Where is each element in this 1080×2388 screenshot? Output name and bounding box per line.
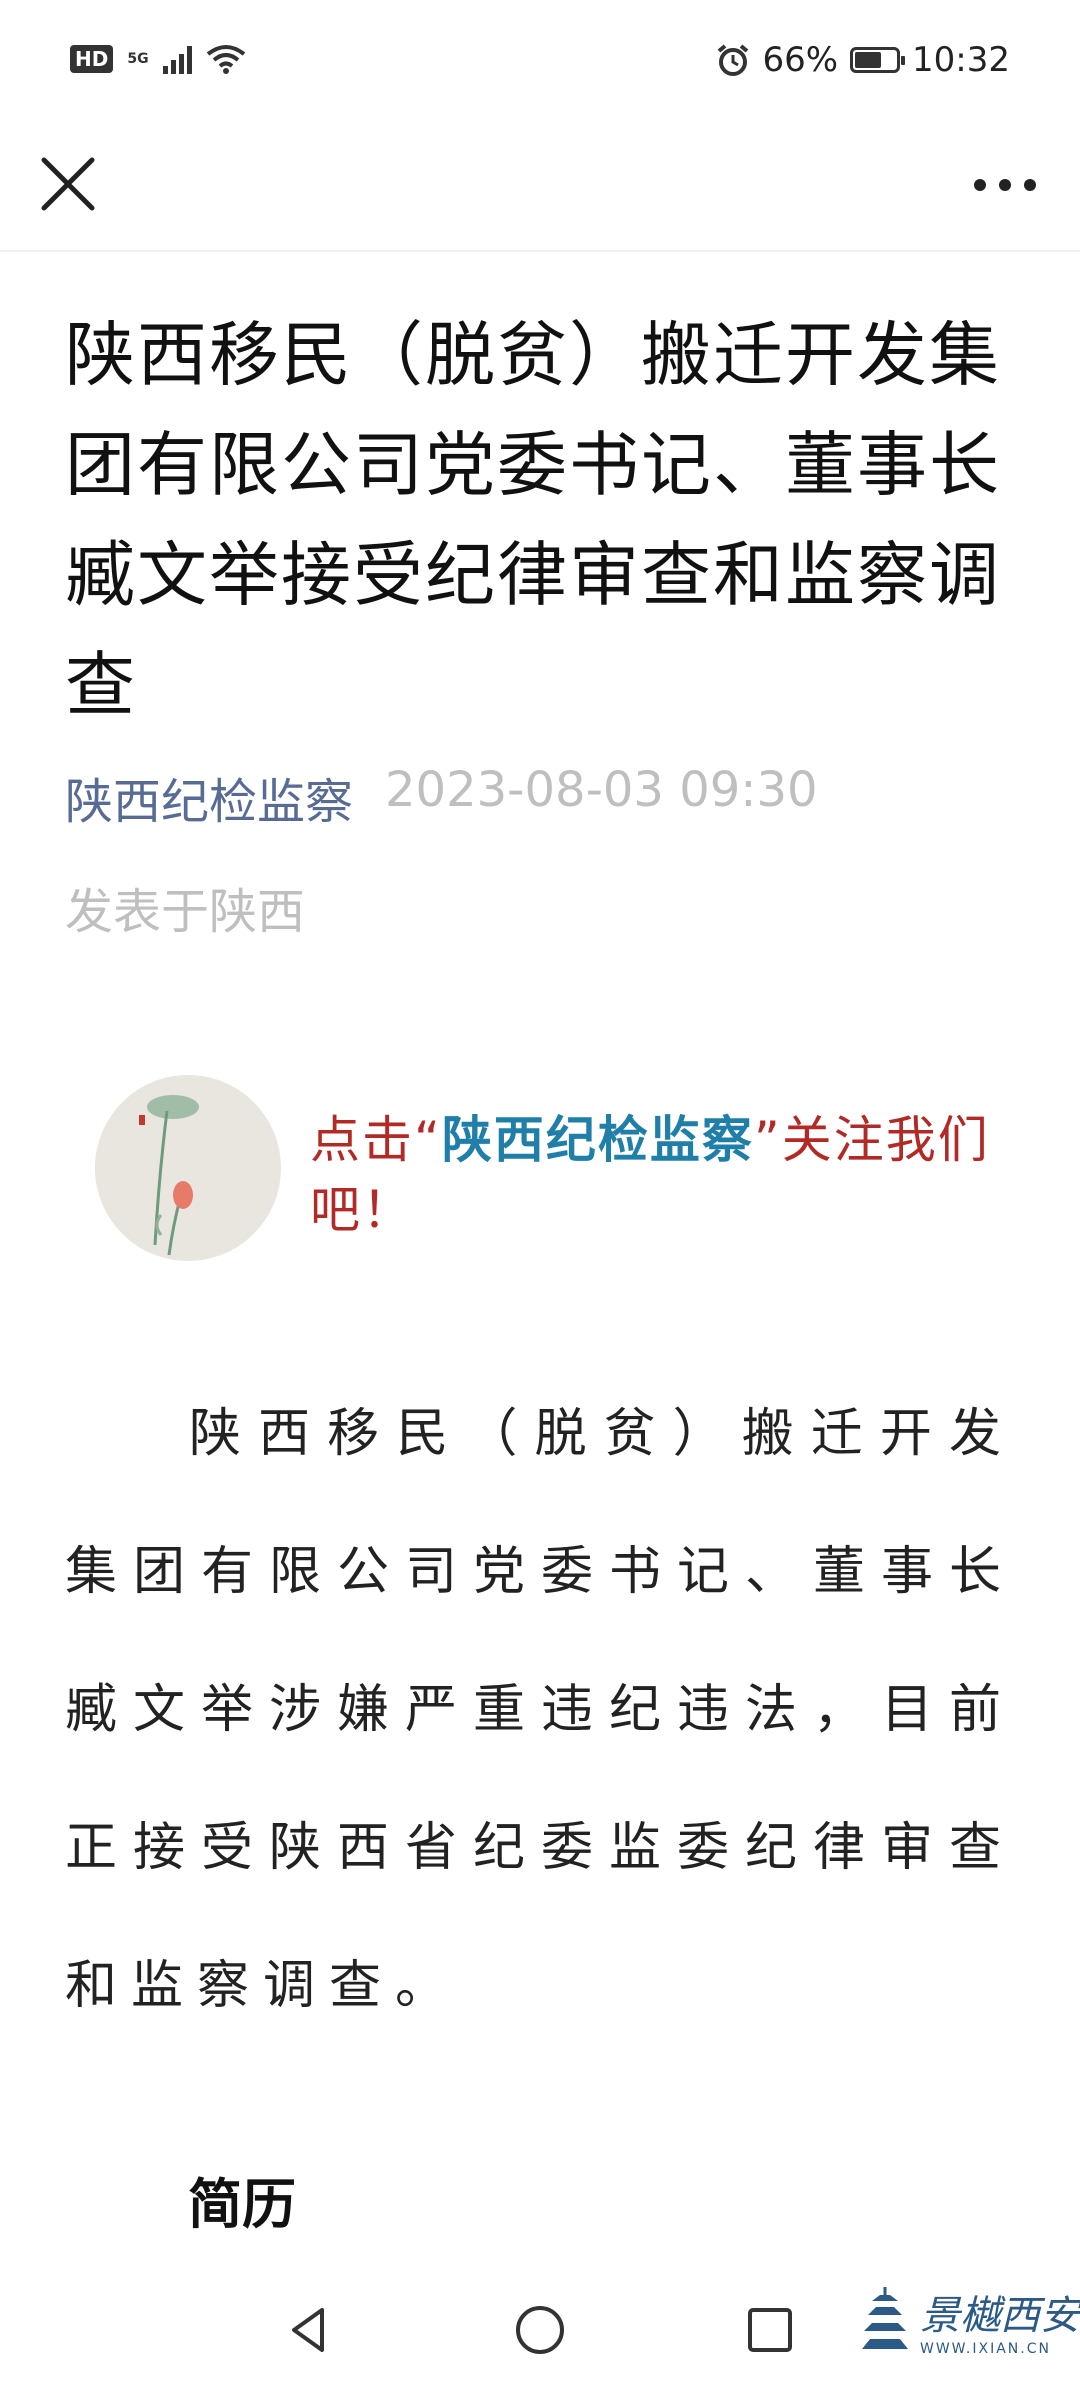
status-right: 66% 10:32 bbox=[716, 40, 1010, 80]
watermark-url: WWW.IXIAN.CN bbox=[920, 2341, 1051, 2357]
follow-banner[interactable]: 点击“陕西纪检监察”关注我们吧！ bbox=[95, 1075, 1015, 1265]
network-type: 5G bbox=[127, 51, 149, 67]
home-circle-icon[interactable] bbox=[510, 2300, 570, 2360]
more-icon[interactable] bbox=[970, 160, 1040, 210]
back-triangle-icon[interactable] bbox=[280, 2300, 340, 2360]
battery-percent: 66% bbox=[762, 40, 839, 80]
pagoda-logo-icon bbox=[862, 2287, 908, 2349]
watermark-text: 景樾西安 WWW.IXIAN.CN bbox=[920, 2283, 1080, 2357]
article-paragraph: 陕西移民（脱贫）搬迁开发集团有限公司党委书记、董事长臧文举涉嫌严重违纪违法，目前… bbox=[65, 1404, 1015, 2016]
battery-fill bbox=[855, 52, 882, 68]
lotus-illustration bbox=[95, 1075, 281, 1261]
status-left: HD 5G bbox=[70, 44, 246, 74]
recent-square-icon[interactable] bbox=[740, 2300, 800, 2360]
account-name-link[interactable]: 陕西纪检监察 bbox=[65, 762, 353, 832]
publish-time: 2023-08-03 09:30 bbox=[385, 762, 818, 818]
watermark: 景樾西安 WWW.IXIAN.CN bbox=[860, 2275, 1080, 2365]
hd-badge: HD bbox=[70, 45, 114, 73]
section-heading: 简历 bbox=[188, 2173, 296, 2236]
top-nav-bar bbox=[0, 130, 1080, 252]
battery-icon bbox=[850, 47, 906, 73]
follow-account-name[interactable]: 陕西纪检监察 bbox=[442, 1111, 754, 1169]
clock: 10:32 bbox=[912, 40, 1010, 80]
status-bar: HD 5G 66% 10:32 bbox=[0, 0, 1080, 130]
signal-icon bbox=[162, 44, 192, 74]
follow-text: 点击“陕西纪检监察”关注我们吧！ bbox=[310, 1111, 990, 1239]
article-header: 陕西移民（脱贫）搬迁开发集团有限公司党委书记、董事长臧文举接受纪律审查和监察调查… bbox=[65, 300, 1015, 942]
article-meta: 陕西纪检监察 2023-08-03 09:30 bbox=[65, 762, 1015, 832]
watermark-name: 景樾西安 bbox=[920, 2293, 1080, 2339]
alarm-icon bbox=[718, 44, 749, 76]
publish-location: 发表于陕西 bbox=[65, 884, 306, 940]
wifi-icon bbox=[206, 45, 245, 74]
article-title: 陕西移民（脱贫）搬迁开发集团有限公司党委书记、董事长臧文举接受纪律审查和监察调查 bbox=[65, 314, 1001, 726]
close-icon[interactable] bbox=[36, 152, 106, 222]
